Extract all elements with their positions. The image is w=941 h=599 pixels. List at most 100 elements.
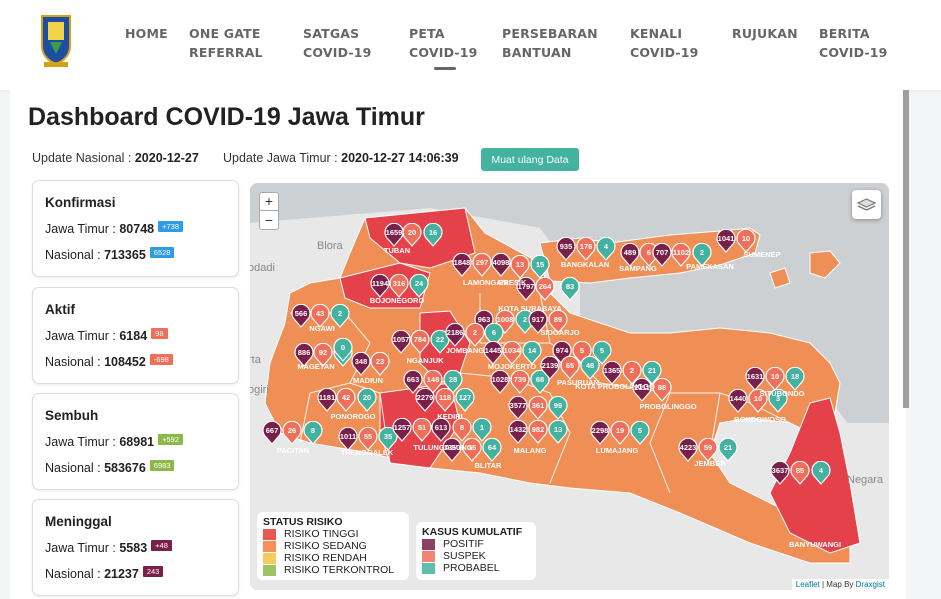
- case-marker-probabel[interactable]: 2: [330, 304, 350, 328]
- case-marker-suspek[interactable]: 92: [313, 343, 333, 367]
- case-marker-suspek[interactable]: 176: [576, 237, 596, 261]
- case-marker-suspek[interactable]: 85: [790, 461, 810, 485]
- case-marker-positif[interactable]: 886: [294, 343, 314, 367]
- case-marker-positif[interactable]: 1011: [338, 427, 358, 451]
- case-marker-positif[interactable]: 667: [262, 421, 282, 445]
- case-marker-suspek[interactable]: 19: [610, 421, 630, 445]
- case-marker-probabel[interactable]: 83: [560, 277, 580, 301]
- case-marker-suspek[interactable]: 361: [528, 396, 548, 420]
- nav-item-2[interactable]: SATGAS COVID-19: [303, 24, 372, 62]
- case-marker-probabel[interactable]: 20: [357, 388, 377, 412]
- case-marker-probabel[interactable]: 99: [548, 396, 568, 420]
- case-marker-probabel[interactable]: 3: [768, 389, 788, 413]
- nav-item-1[interactable]: ONE GATE REFERRAL: [189, 24, 263, 62]
- case-marker-positif[interactable]: 1440: [728, 389, 748, 413]
- case-marker-probabel[interactable]: 4: [596, 237, 616, 261]
- case-marker-positif[interactable]: 935: [556, 237, 576, 261]
- case-marker-positif[interactable]: 1041: [716, 229, 736, 253]
- case-marker-positif[interactable]: 1181: [317, 388, 337, 412]
- nav-item-0[interactable]: HOME: [125, 24, 168, 43]
- zoom-out-button[interactable]: −: [259, 211, 279, 230]
- case-marker-positif[interactable]: 1445: [483, 341, 503, 365]
- case-marker-suspek[interactable]: 297: [472, 253, 492, 277]
- case-marker-positif[interactable]: 1194: [370, 274, 390, 298]
- case-marker-positif[interactable]: 1797: [516, 277, 536, 301]
- case-marker-suspek[interactable]: 26: [282, 421, 302, 445]
- case-marker-suspek[interactable]: 42: [336, 388, 356, 412]
- case-marker-positif[interactable]: 707: [652, 243, 672, 267]
- nav-item-6[interactable]: RUJUKAN: [732, 24, 798, 43]
- case-marker-probabel[interactable]: 48: [580, 356, 600, 380]
- case-marker-positif[interactable]: 1659: [384, 223, 404, 247]
- leaflet-link[interactable]: Leaflet: [796, 580, 820, 589]
- case-marker-suspek[interactable]: 316: [389, 274, 409, 298]
- map-container[interactable]: 1659 20 16 1194 316 24 1848 297 4098 13 15 1797 264 8…: [250, 183, 889, 590]
- case-marker-positif[interactable]: 1432: [508, 420, 528, 444]
- case-marker-suspek[interactable]: 23: [370, 352, 390, 376]
- case-marker-suspek[interactable]: 10: [748, 389, 768, 413]
- case-marker-probabel[interactable]: 15: [530, 255, 550, 279]
- case-marker-positif[interactable]: 566: [291, 304, 311, 328]
- case-marker-positif[interactable]: 2139: [540, 356, 560, 380]
- case-marker-suspek[interactable]: 118: [435, 388, 455, 412]
- case-marker-positif[interactable]: 1365: [602, 361, 622, 385]
- case-marker-positif[interactable]: 348: [351, 352, 371, 376]
- case-marker-suspek[interactable]: 784: [410, 330, 430, 354]
- case-marker-suspek[interactable]: 2: [465, 323, 485, 347]
- case-marker-suspek[interactable]: 59: [698, 438, 718, 462]
- case-marker-probabel[interactable]: 2: [692, 243, 712, 267]
- case-marker-positif[interactable]: 3637: [770, 461, 790, 485]
- case-marker-probabel[interactable]: 21: [718, 438, 738, 462]
- case-marker-probabel[interactable]: 16: [423, 223, 443, 247]
- zoom-in-button[interactable]: +: [259, 192, 279, 211]
- scrollbar[interactable]: [903, 90, 909, 408]
- case-marker-positif[interactable]: 2298: [590, 421, 610, 445]
- case-marker-suspek[interactable]: 1102: [671, 243, 691, 267]
- case-marker-suspek[interactable]: 51: [412, 418, 432, 442]
- case-marker-positif[interactable]: 2279: [415, 388, 435, 412]
- case-marker-probabel[interactable]: 14: [522, 341, 542, 365]
- case-marker-positif[interactable]: 2111: [632, 378, 652, 402]
- case-marker-suspek[interactable]: 10: [765, 367, 785, 391]
- case-marker-suspek[interactable]: 20: [402, 223, 422, 247]
- nav-item-5[interactable]: KENALI COVID-19: [630, 24, 699, 62]
- case-marker-probabel[interactable]: 8: [303, 421, 323, 445]
- case-marker-positif[interactable]: 3577: [508, 396, 528, 420]
- case-marker-probabel[interactable]: 5: [630, 421, 650, 445]
- case-marker-positif[interactable]: 1057: [391, 330, 411, 354]
- case-marker-probabel[interactable]: 13: [548, 420, 568, 444]
- case-marker-suspek[interactable]: 15: [462, 438, 482, 462]
- nav-item-7[interactable]: BERITA COVID-19: [819, 24, 888, 62]
- draxgist-link[interactable]: Draxgist: [856, 580, 885, 589]
- jatim-logo[interactable]: [40, 12, 72, 70]
- case-marker-positif[interactable]: 1848: [452, 253, 472, 277]
- case-marker-positif[interactable]: 4223: [678, 438, 698, 462]
- layers-control[interactable]: [852, 190, 881, 219]
- case-marker-positif[interactable]: 4098: [491, 253, 511, 277]
- case-marker-suspek[interactable]: 739: [510, 370, 530, 394]
- case-marker-suspek[interactable]: 1034: [502, 341, 522, 365]
- case-marker-suspek[interactable]: 89: [548, 310, 568, 334]
- case-marker-probabel[interactable]: 127: [455, 388, 475, 412]
- case-marker-suspek[interactable]: 43: [310, 304, 330, 328]
- nav-item-3[interactable]: PETA COVID-19: [409, 24, 478, 62]
- case-marker-suspek[interactable]: 10: [736, 229, 756, 253]
- case-marker-positif[interactable]: 917: [528, 310, 548, 334]
- case-marker-positif[interactable]: 2186: [445, 323, 465, 347]
- nav-item-4[interactable]: PERSEBARAN BANTUAN: [502, 24, 598, 62]
- case-marker-positif[interactable]: 1360: [442, 438, 462, 462]
- case-marker-suspek[interactable]: 264: [535, 277, 555, 301]
- case-marker-probabel[interactable]: 24: [409, 274, 429, 298]
- case-marker-probabel[interactable]: 64: [482, 438, 502, 462]
- reload-data-button[interactable]: Muat ulang Data: [481, 148, 579, 171]
- case-marker-suspek[interactable]: 55: [358, 427, 378, 451]
- case-marker-positif[interactable]: 1631: [745, 367, 765, 391]
- case-marker-positif[interactable]: 1257: [392, 418, 412, 442]
- case-marker-probabel[interactable]: 4: [811, 461, 831, 485]
- case-marker-positif[interactable]: 1028: [490, 370, 510, 394]
- case-marker-suspek[interactable]: 982: [528, 420, 548, 444]
- case-marker-suspek[interactable]: 13: [510, 255, 530, 279]
- case-marker-positif[interactable]: 489: [620, 243, 640, 267]
- case-marker-probabel[interactable]: 0: [333, 338, 353, 362]
- case-marker-probabel[interactable]: 18: [785, 367, 805, 391]
